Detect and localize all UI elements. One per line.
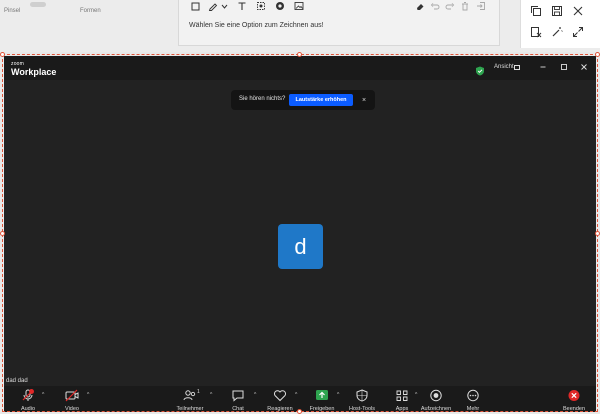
bg-label-formen: Formen [80,8,101,14]
record-label: Aufzeichnen [420,406,452,412]
end-call-icon [567,389,581,402]
zoom-window: zoom Workplace Ansicht Sie hören nichts?… [4,56,596,412]
camera-off-icon [65,389,79,402]
participants-caret-icon[interactable]: ^ [210,392,212,398]
host-tools-label: Host-Tools [349,406,375,412]
more-icon [466,389,480,402]
title-bar: zoom Workplace Ansicht [4,56,596,80]
annotation-message: Wählen Sie eine Option zum Zeichnen aus! [189,22,324,29]
participants-count: 1 [197,389,200,395]
audio-caret-icon[interactable]: ^ [42,392,44,398]
video-label: Video [65,406,79,412]
trash-icon[interactable] [459,0,471,12]
maximize-icon[interactable] [559,62,569,72]
end-label: Beenden [562,406,586,412]
resize-handle-top-left[interactable] [0,52,5,57]
share-caret-icon[interactable]: ^ [337,392,339,398]
host-tools-button[interactable]: Host-Tools [342,388,382,412]
annotation-toolbar: Wählen Sie eine Option zum Zeichnen aus! [178,0,500,46]
wand-icon[interactable] [550,25,564,39]
resize-handle-top-right[interactable] [595,52,600,57]
eraser-icon[interactable] [414,0,426,12]
apps-icon [395,389,409,402]
audio-label: Audio [20,406,36,412]
resize-handle-bottom[interactable] [297,409,302,414]
chat-label: Chat [232,406,244,412]
react-caret-icon[interactable]: ^ [295,392,297,398]
close-icon[interactable] [571,4,585,18]
participant-name: dad dad [6,378,28,384]
chat-button[interactable]: Chat [218,388,258,412]
view-label[interactable]: Ansicht [494,64,514,70]
resize-handle-left[interactable] [0,231,5,236]
share-screen-icon [315,389,329,402]
chat-icon [231,389,245,402]
react-label: Reagieren [267,406,293,412]
shield-settings-icon [355,389,369,402]
record-icon [429,389,443,402]
resize-handle-right[interactable] [595,231,600,236]
more-button[interactable]: Mehr [453,388,493,412]
undo-icon[interactable] [429,0,441,12]
audio-notice: Sie hören nichts? Lautstärke erhöhen × [231,90,375,110]
image-icon[interactable] [293,0,305,12]
screen: Pinsel Formen Wählen Sie eine Option zum… [0,0,600,414]
text-icon[interactable] [236,0,248,12]
heart-icon [273,389,287,402]
people-icon [183,389,197,402]
window-close-icon[interactable] [579,62,589,72]
increase-volume-button[interactable]: Lautstärke erhöhen [289,94,353,106]
logo-main: Workplace [11,67,57,77]
shield-icon[interactable] [475,63,485,76]
participants-label: Teilnehmer [176,406,204,412]
react-button[interactable]: Reagieren [260,388,300,412]
clear-icon[interactable] [529,25,543,39]
resize-icon[interactable] [571,25,585,39]
share-button[interactable]: Freigeben [302,388,342,412]
minimize-icon[interactable] [538,62,548,72]
mic-muted-icon [21,389,35,402]
square-icon[interactable] [189,0,201,12]
avatar: d [278,224,323,269]
chat-caret-icon[interactable]: ^ [254,392,256,398]
exit-icon[interactable] [475,0,487,12]
more-label: Mehr [466,406,480,412]
participants-button[interactable]: Teilnehmer [170,388,210,412]
end-button[interactable]: Beenden [554,388,594,412]
resize-handle-top[interactable] [297,52,302,57]
notice-close-button[interactable]: × [359,94,369,106]
bg-pill [30,2,46,7]
right-panel [520,0,600,48]
share-label: Freigeben [309,406,335,412]
record-button[interactable]: Aufzeichnen [416,388,456,412]
video-caret-icon[interactable]: ^ [87,392,89,398]
bg-label-pinsel: Pinsel [4,8,21,14]
view-grid-icon[interactable] [514,65,520,70]
notice-text: Sie hören nichts? [239,96,286,102]
chevron-down-icon[interactable] [218,0,230,12]
save-icon[interactable] [550,4,564,18]
select-icon[interactable] [255,0,267,12]
video-button[interactable]: Video [52,388,92,412]
copy-icon[interactable] [529,4,543,18]
redo-icon[interactable] [444,0,456,12]
stamp-icon[interactable] [274,0,286,12]
